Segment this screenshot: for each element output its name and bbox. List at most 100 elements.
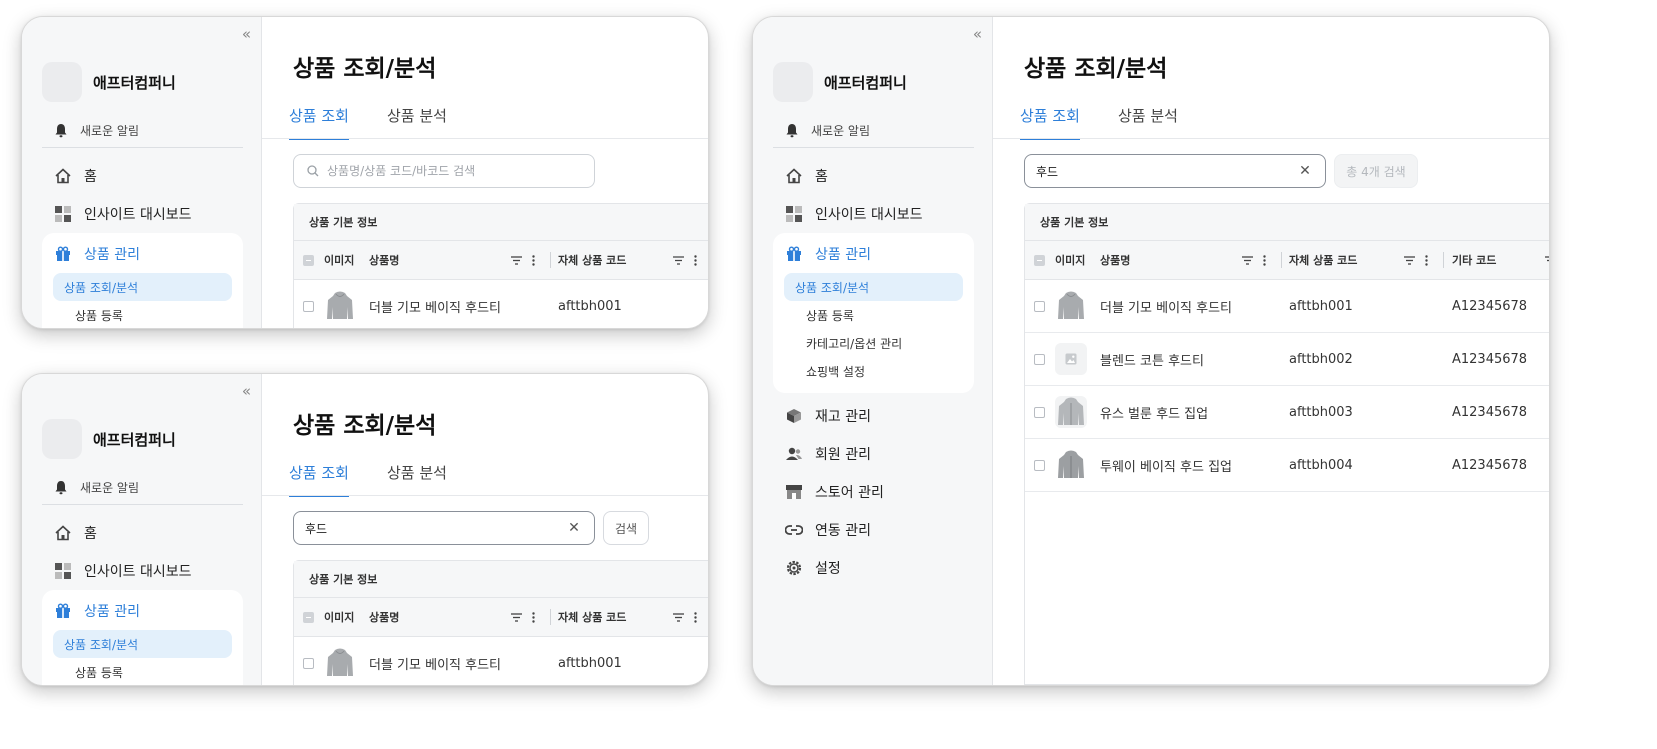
- sidebar-item-home[interactable]: 홈: [773, 157, 974, 195]
- tab-product-search[interactable]: 상품 조회: [289, 105, 349, 140]
- sidebar-item-members[interactable]: 회원 관리: [773, 435, 974, 473]
- sidebar-subitem-category-options[interactable]: 카테고리/옵션 관리: [784, 329, 963, 357]
- table-header-row: 이미지 상품명 자체 상품 코드: [294, 241, 708, 280]
- table-group-header: 상품 기본 정보: [294, 204, 708, 241]
- tab-product-analysis[interactable]: 상품 분석: [387, 105, 447, 140]
- tab-product-analysis[interactable]: 상품 분석: [1118, 105, 1178, 140]
- select-all-checkbox[interactable]: [303, 611, 314, 623]
- bell-icon: [55, 481, 67, 495]
- sidebar-item-home[interactable]: 홈: [42, 514, 243, 552]
- collapse-sidebar-icon[interactable]: «: [242, 384, 251, 399]
- sidebar-nav: 홈 인사이트 대시보드 상품 관리 상품 조회/분석 상품 등록 카테고리/옵션…: [773, 157, 974, 587]
- product-name: 블렌드 코튼 후드티: [1100, 353, 1204, 369]
- sidebar-item-label: 설정: [815, 561, 841, 577]
- filter-icon[interactable]: [511, 241, 522, 279]
- column-header-name: 상품명: [369, 254, 400, 267]
- filter-icon[interactable]: [1242, 241, 1253, 279]
- more-vertical-icon[interactable]: [694, 241, 697, 279]
- more-vertical-icon[interactable]: [532, 241, 535, 279]
- sidebar-subitem-shopping-bag[interactable]: 쇼핑백 설정: [784, 357, 963, 385]
- table-row[interactable]: 더블 기모 베이직 후드티 afttbh001: [294, 637, 708, 685]
- notification-link[interactable]: 새로운 알림: [54, 122, 139, 139]
- row-checkbox[interactable]: [303, 300, 314, 312]
- sidebar-item-store[interactable]: 스토어 관리: [773, 473, 974, 511]
- row-checkbox[interactable]: [1034, 353, 1045, 365]
- sidebar-nav: 홈 인사이트 대시보드 상품 관리 상품 조회/분석 상품 등록 카테고리/옵션…: [42, 157, 243, 328]
- clear-icon[interactable]: ✕: [566, 520, 582, 536]
- table-row[interactable]: 블렌드 코튼 후드티 afttbh002 A12345678: [1025, 333, 1549, 386]
- more-vertical-icon[interactable]: [1425, 241, 1428, 279]
- more-vertical-icon[interactable]: [1263, 241, 1266, 279]
- sidebar-item-integration[interactable]: 연동 관리: [773, 511, 974, 549]
- tab-product-analysis[interactable]: 상품 분석: [387, 462, 447, 497]
- more-vertical-icon[interactable]: [532, 598, 535, 636]
- notification-link[interactable]: 새로운 알림: [785, 122, 870, 139]
- search-button[interactable]: 검색: [603, 511, 649, 545]
- select-all-checkbox[interactable]: [303, 254, 314, 266]
- product-table: 상품 기본 정보 이미지 상품명 자체 상품 코드 더블 기모 베이직 후드티 …: [293, 560, 708, 685]
- select-all-checkbox[interactable]: [1034, 254, 1045, 266]
- hoodie-image-icon: [1058, 450, 1084, 478]
- sidebar-subitem-product-search[interactable]: 상품 조회/분석: [53, 630, 232, 658]
- search-input[interactable]: [305, 521, 566, 535]
- sidebar-subitem-product-search[interactable]: 상품 조회/분석: [53, 273, 232, 301]
- collapse-sidebar-icon[interactable]: «: [973, 27, 982, 42]
- sidebar-subitem-product-register[interactable]: 상품 등록: [784, 301, 963, 329]
- sidebar-item-home[interactable]: 홈: [42, 157, 243, 195]
- row-checkbox[interactable]: [1034, 459, 1045, 471]
- table-row[interactable]: 더블 기모 베이직 후드티 afttbh001 A12345678: [1025, 280, 1549, 333]
- column-divider[interactable]: [1443, 252, 1444, 268]
- tabs-divider: [262, 495, 708, 496]
- tab-product-search[interactable]: 상품 조회: [1020, 105, 1080, 140]
- table-row[interactable]: 유스 벌룬 후드 집업 afttbh003 A12345678: [1025, 386, 1549, 439]
- row-checkbox[interactable]: [1034, 406, 1045, 418]
- row-checkbox[interactable]: [303, 657, 314, 669]
- tab-product-search[interactable]: 상품 조회: [289, 462, 349, 497]
- main-content: 상품 조회/분석 상품 조회 상품 분석 ✕ 총 4개 검색 상품 기본 정보 …: [993, 17, 1549, 685]
- filter-icon[interactable]: [511, 598, 522, 636]
- sidebar-item-label: 인사이트 대시보드: [84, 207, 192, 223]
- search-input[interactable]: [1036, 164, 1297, 178]
- sidebar-subitem-product-search[interactable]: 상품 조회/분석: [784, 273, 963, 301]
- product-thumbnail: [1055, 280, 1087, 332]
- filter-icon[interactable]: [673, 241, 684, 279]
- filter-icon[interactable]: [673, 598, 684, 636]
- sidebar-item-products[interactable]: 상품 관리: [42, 592, 243, 630]
- filter-icon[interactable]: [1404, 241, 1415, 279]
- column-divider[interactable]: [550, 609, 551, 625]
- product-name: 더블 기모 베이직 후드티: [1100, 300, 1232, 316]
- notification-link[interactable]: 새로운 알림: [54, 479, 139, 496]
- more-vertical-icon[interactable]: [694, 598, 697, 636]
- search-result-count-button[interactable]: 총 4개 검색: [1334, 154, 1418, 188]
- box-icon: [785, 407, 803, 425]
- gift-icon: [54, 245, 72, 263]
- sidebar-item-settings[interactable]: 설정: [773, 549, 974, 587]
- sidebar-item-products[interactable]: 상품 관리: [42, 235, 243, 273]
- dashboard-icon: [54, 562, 72, 580]
- table-row[interactable]: 더블 기모 베이직 후드티 afttbh001: [294, 280, 708, 328]
- sidebar-item-label: 연동 관리: [815, 523, 871, 539]
- sidebar-subitem-product-register[interactable]: 상품 등록: [53, 658, 232, 685]
- column-divider[interactable]: [1281, 252, 1282, 268]
- product-name: 더블 기모 베이직 후드티: [369, 300, 501, 316]
- dashboard-icon: [785, 205, 803, 223]
- sidebar-item-dashboard[interactable]: 인사이트 대시보드: [773, 195, 974, 233]
- sidebar-item-products[interactable]: 상품 관리: [773, 235, 974, 273]
- row-checkbox[interactable]: [1034, 300, 1045, 312]
- search-icon: [307, 165, 319, 177]
- column-divider[interactable]: [550, 252, 551, 268]
- filter-icon[interactable]: [1545, 241, 1549, 279]
- table-row[interactable]: 투웨이 베이직 후드 집업 afttbh004 A12345678: [1025, 439, 1549, 492]
- sidebar-item-inventory[interactable]: 재고 관리: [773, 397, 974, 435]
- brand-logo: [42, 419, 82, 459]
- sidebar-item-dashboard[interactable]: 인사이트 대시보드: [42, 552, 243, 590]
- sidebar-item-label: 홈: [815, 169, 828, 185]
- row-checkbox-wrap: [1034, 280, 1045, 332]
- clear-icon[interactable]: ✕: [1297, 163, 1313, 179]
- home-icon: [785, 167, 803, 185]
- sidebar-subitem-product-register[interactable]: 상품 등록: [53, 301, 232, 328]
- collapse-sidebar-icon[interactable]: «: [242, 27, 251, 42]
- sidebar-item-label: 재고 관리: [815, 409, 871, 425]
- sidebar-item-dashboard[interactable]: 인사이트 대시보드: [42, 195, 243, 233]
- search-input[interactable]: [327, 164, 594, 178]
